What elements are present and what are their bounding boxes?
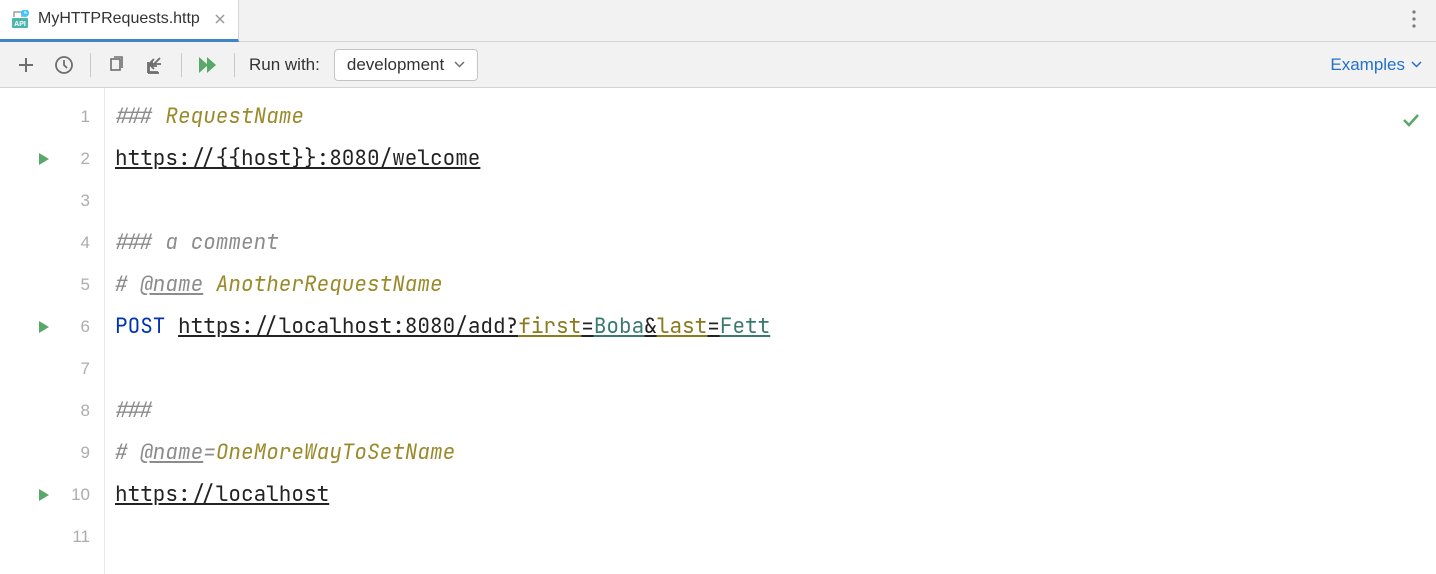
run-with-label: Run with: bbox=[249, 55, 320, 75]
code-line: ### a comment bbox=[115, 222, 1426, 264]
copy-button[interactable] bbox=[105, 53, 129, 77]
code-editor[interactable]: 1 2 3 4 5 6 7 8 9 10 11 ### RequestName … bbox=[0, 88, 1436, 574]
examples-label: Examples bbox=[1330, 55, 1405, 75]
no-problems-icon[interactable] bbox=[1402, 100, 1420, 142]
environment-value: development bbox=[347, 55, 444, 75]
tab-bar: API MyHTTPRequests.http bbox=[0, 0, 1436, 42]
history-button[interactable] bbox=[52, 53, 76, 77]
run-line-icon[interactable] bbox=[38, 488, 52, 502]
chevron-down-icon bbox=[454, 61, 465, 68]
file-tab[interactable]: API MyHTTPRequests.http bbox=[0, 0, 239, 42]
line-number: 4 bbox=[66, 233, 90, 253]
code-area[interactable]: ### RequestName https://{{host}}:8080/we… bbox=[105, 88, 1436, 574]
run-line-icon[interactable] bbox=[38, 320, 52, 334]
svg-text:API: API bbox=[14, 21, 26, 28]
line-number: 6 bbox=[66, 317, 90, 337]
code-line: https://{{host}}:8080/welcome bbox=[115, 138, 1426, 180]
add-request-button[interactable] bbox=[14, 53, 38, 77]
line-number: 2 bbox=[66, 149, 90, 169]
code-line bbox=[115, 516, 1426, 558]
code-line: # @name AnotherRequestName bbox=[115, 264, 1426, 306]
line-number: 5 bbox=[66, 275, 90, 295]
environment-selector[interactable]: development bbox=[334, 49, 478, 81]
line-number: 11 bbox=[66, 527, 90, 547]
code-line: POST https://localhost:8080/add?first=Bo… bbox=[115, 306, 1426, 348]
line-number: 8 bbox=[66, 401, 90, 421]
code-line: https://localhost bbox=[115, 474, 1426, 516]
code-line bbox=[115, 180, 1426, 222]
gutter: 1 2 3 4 5 6 7 8 9 10 11 bbox=[0, 88, 105, 574]
run-line-icon[interactable] bbox=[38, 152, 52, 166]
line-number: 9 bbox=[66, 443, 90, 463]
import-button[interactable] bbox=[143, 53, 167, 77]
code-line: ### RequestName bbox=[115, 96, 1426, 138]
line-number: 3 bbox=[66, 191, 90, 211]
toolbar-separator bbox=[90, 53, 91, 77]
code-line: # @name=OneMoreWayToSetName bbox=[115, 432, 1426, 474]
tab-filename: MyHTTPRequests.http bbox=[38, 10, 200, 28]
toolbar-separator bbox=[181, 53, 182, 77]
line-number: 7 bbox=[66, 359, 90, 379]
examples-dropdown[interactable]: Examples bbox=[1330, 55, 1422, 75]
editor-toolbar: Run with: development Examples bbox=[0, 42, 1436, 88]
chevron-down-icon bbox=[1411, 61, 1422, 68]
close-icon[interactable] bbox=[214, 13, 226, 25]
http-file-icon: API bbox=[12, 10, 30, 28]
line-number: 1 bbox=[66, 107, 90, 127]
code-line bbox=[115, 348, 1426, 390]
toolbar-separator bbox=[234, 53, 235, 77]
line-number: 10 bbox=[66, 485, 90, 505]
run-all-button[interactable] bbox=[196, 53, 220, 77]
more-menu-icon[interactable] bbox=[1406, 4, 1422, 37]
code-line: ### bbox=[115, 390, 1426, 432]
